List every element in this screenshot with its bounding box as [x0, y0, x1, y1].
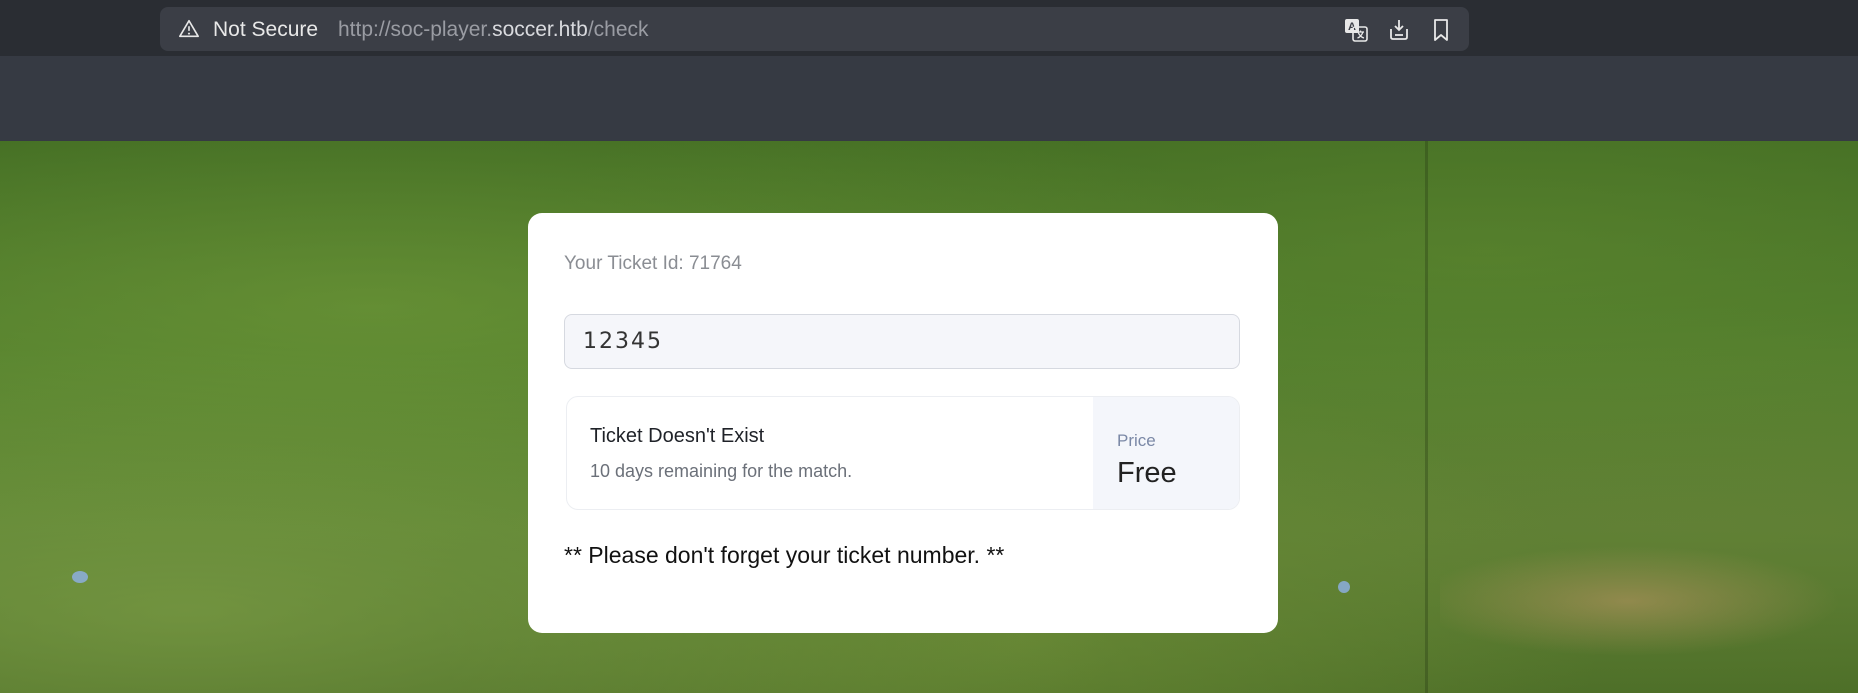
url-text[interactable]: http://soc-player.soccer.htb/check: [338, 18, 649, 42]
security-label[interactable]: Not Secure: [213, 18, 318, 42]
reminder-note: ** Please don't forget your ticket numbe…: [564, 542, 1005, 568]
bookmark-icon[interactable]: [1428, 17, 1454, 43]
warning-icon[interactable]: [178, 18, 200, 40]
ticket-card: Your Ticket Id: 71764 Ticket Doesn't Exi…: [528, 213, 1278, 633]
browser-toolbar: Not Secure http://soc-player.soccer.htb/…: [0, 0, 1858, 56]
url-path: /check: [587, 18, 649, 41]
translate-icon[interactable]: A: [1343, 17, 1369, 43]
download-icon[interactable]: [1386, 17, 1412, 43]
price-value: Free: [1117, 457, 1177, 489]
dirt-patch: [1440, 541, 1858, 661]
url-host: soccer.htb: [492, 18, 588, 41]
flower-decoration: [72, 571, 88, 583]
url-prefix: http://soc-player.: [338, 18, 493, 41]
result-title: Ticket Doesn't Exist: [590, 425, 765, 447]
ticket-result-box: Ticket Doesn't Exist 10 days remaining f…: [566, 396, 1240, 510]
ticket-number-input[interactable]: [564, 314, 1240, 369]
address-bar[interactable]: Not Secure http://soc-player.soccer.htb/…: [160, 7, 1469, 51]
image-seam: [1425, 141, 1428, 693]
price-label: Price: [1117, 431, 1156, 450]
price-box: Price Free: [1093, 397, 1239, 509]
ticket-id-label: Your Ticket Id: 71764: [564, 253, 742, 274]
result-subtitle: 10 days remaining for the match.: [590, 461, 853, 481]
browser-subbar: [0, 56, 1858, 141]
flower-decoration: [1338, 581, 1350, 593]
